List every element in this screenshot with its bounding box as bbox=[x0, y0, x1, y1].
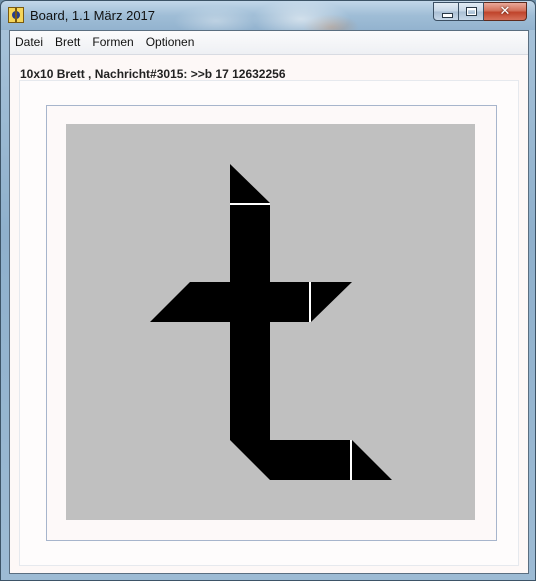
minimize-button[interactable] bbox=[433, 2, 459, 21]
content-panel bbox=[19, 80, 519, 566]
piece-bottom-right-triangle[interactable] bbox=[352, 440, 392, 480]
piece-left-parallelogram[interactable] bbox=[150, 282, 309, 322]
close-icon: ✕ bbox=[499, 3, 511, 18]
piece-bottom-bar[interactable] bbox=[230, 440, 350, 480]
board-canvas[interactable] bbox=[66, 124, 475, 520]
board-drawing bbox=[150, 164, 392, 480]
client-area: Datei Brett Formen Optionen 10x10 Brett … bbox=[9, 30, 529, 574]
window-title: Board, 1.1 März 2017 bbox=[30, 8, 156, 23]
menu-formen[interactable]: Formen bbox=[86, 31, 139, 54]
menu-datei[interactable]: Datei bbox=[10, 31, 49, 54]
app-window: Board, 1.1 März 2017 ✕ Datei Brett Forme… bbox=[0, 0, 536, 581]
close-button[interactable]: ✕ bbox=[484, 2, 527, 21]
board-frame bbox=[46, 105, 497, 541]
maximize-button[interactable] bbox=[459, 2, 484, 21]
title-bar[interactable]: Board, 1.1 März 2017 ✕ bbox=[1, 1, 535, 30]
piece-right-triangle[interactable] bbox=[311, 282, 352, 322]
piece-vertical-bar[interactable] bbox=[230, 205, 270, 440]
menu-bar: Datei Brett Formen Optionen bbox=[10, 31, 528, 55]
minimize-icon bbox=[442, 13, 453, 18]
status-label: 10x10 Brett , Nachricht#3015: >>b 17 126… bbox=[20, 67, 286, 81]
app-icon[interactable] bbox=[8, 7, 24, 23]
menu-brett[interactable]: Brett bbox=[49, 31, 86, 54]
menu-optionen[interactable]: Optionen bbox=[140, 31, 201, 54]
piece-top-triangle[interactable] bbox=[230, 164, 270, 203]
caption-buttons: ✕ bbox=[433, 2, 527, 21]
maximize-icon bbox=[466, 7, 477, 16]
